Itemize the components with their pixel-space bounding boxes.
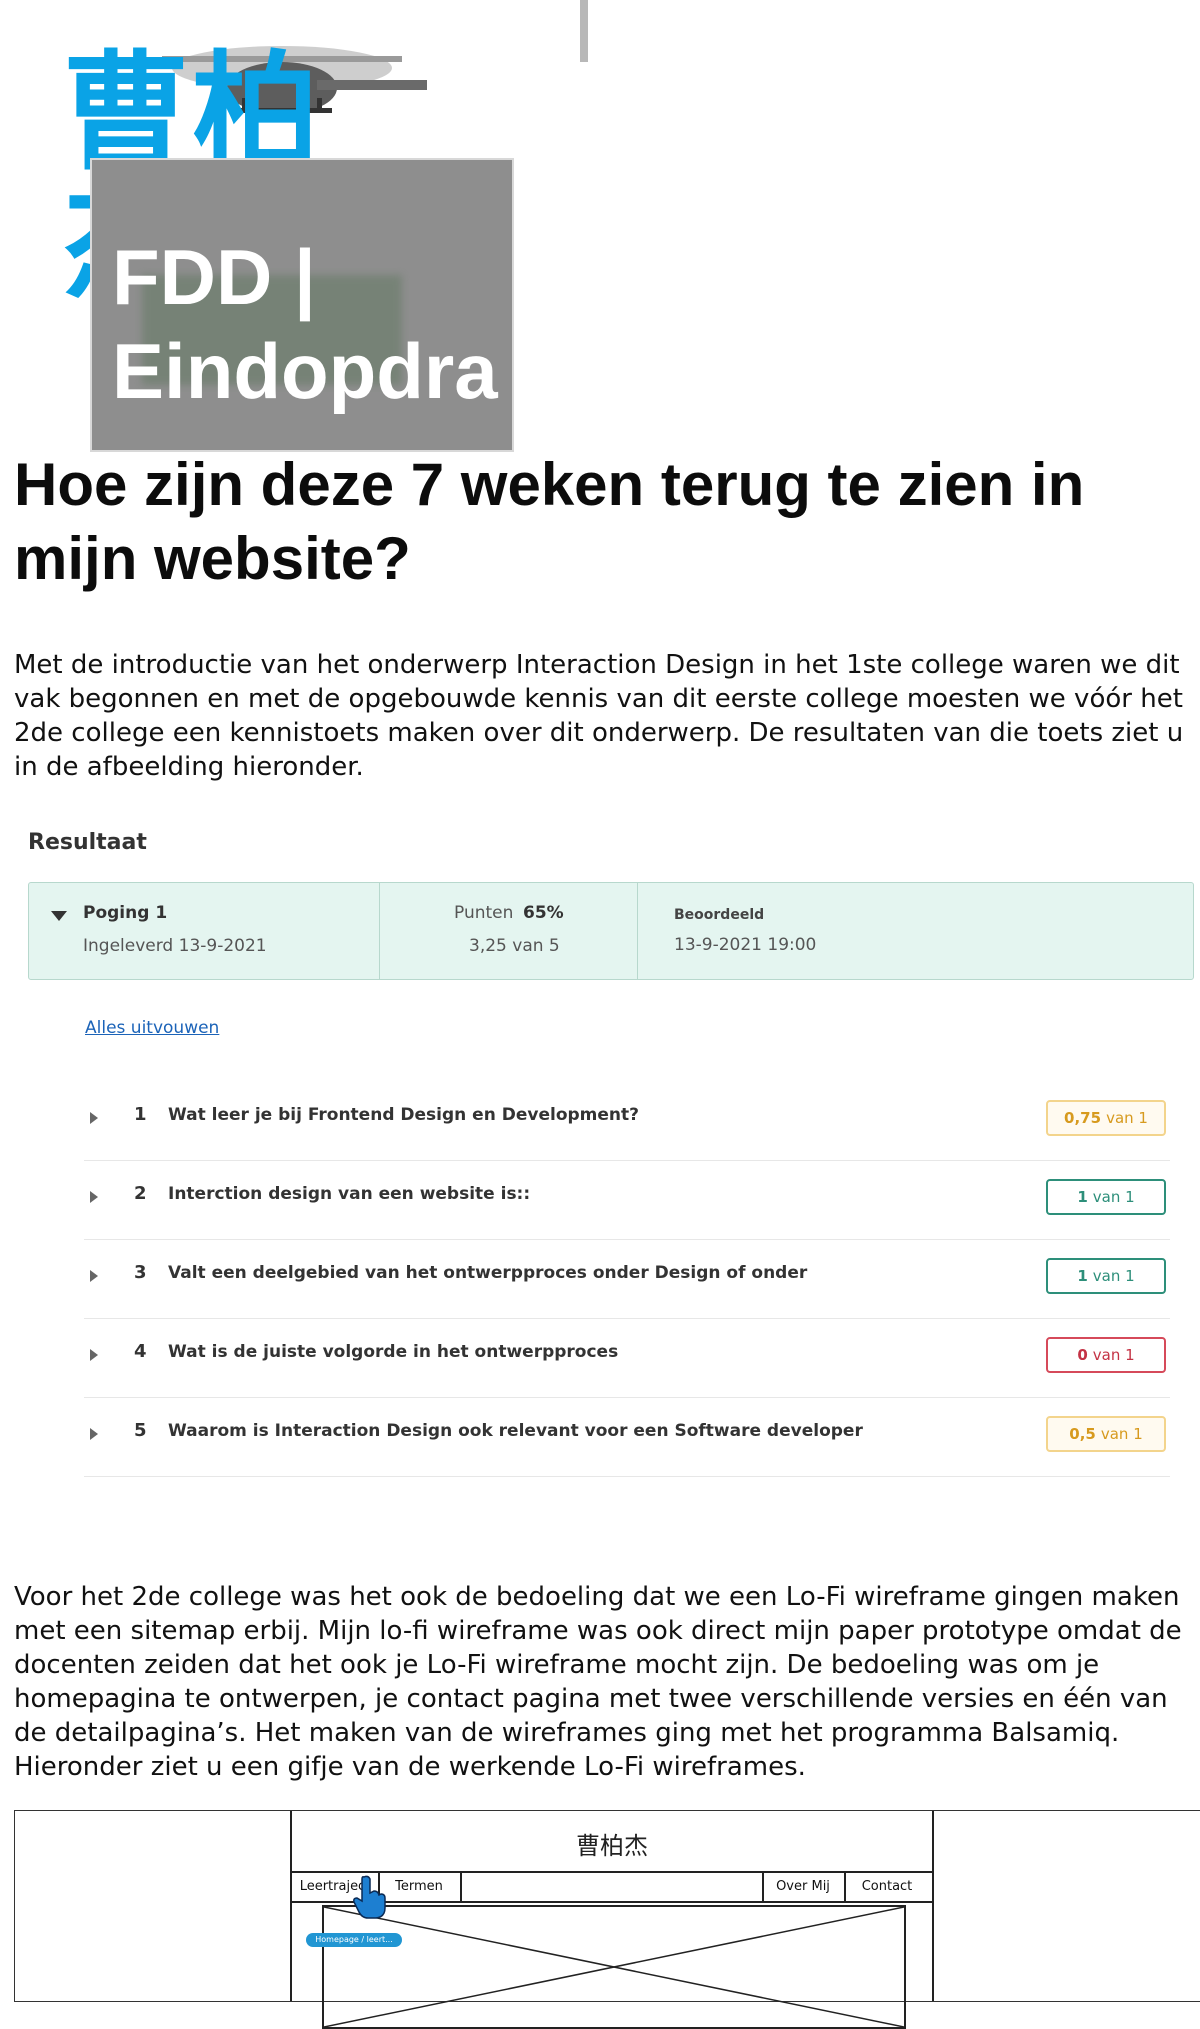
badge-points: 0,5 — [1069, 1425, 1096, 1443]
badge-points: 0,75 — [1064, 1109, 1102, 1127]
expand-triangle-icon — [90, 1349, 98, 1361]
question-score-badge: 0 van 1 — [1046, 1337, 1166, 1373]
question-text: Waarom is Interaction Design ook relevan… — [168, 1421, 863, 1441]
quiz-result-image: Resultaat Poging 1 Ingeleverd 13-9-2021 … — [0, 820, 1200, 1500]
points-label: Punten — [454, 903, 514, 923]
score-total: 3,25 van 5 — [469, 936, 560, 956]
question-text: Wat is de juiste volgorde in het ontwerp… — [168, 1342, 619, 1362]
expand-triangle-icon — [90, 1191, 98, 1203]
wireframe-logo: 曹柏杰 — [576, 1832, 648, 1860]
badge-points: 1 — [1077, 1267, 1088, 1285]
points-percent: 65% — [523, 903, 564, 923]
scroll-indicator — [580, 0, 588, 62]
question-row: 3 Valt een deelgebied van het ontwerpproc… — [84, 1240, 1170, 1319]
badge-of: van 1 — [1092, 1188, 1135, 1206]
site-logo[interactable]: 曹柏杰 — [52, 28, 432, 306]
result-title: Resultaat — [28, 830, 147, 855]
attempt-label: Poging 1 — [83, 903, 168, 923]
badge-points: 1 — [1077, 1188, 1088, 1206]
question-row: 1 Wat leer je bij Frontend Design en Deve… — [84, 1082, 1170, 1161]
wireframe-nav-item: Over Mij — [762, 1873, 846, 1901]
question-score-badge: 0,5 van 1 — [1046, 1416, 1166, 1452]
article-heading: Hoe zijn deze 7 weken terug te zien in m… — [14, 451, 1085, 592]
question-number: 3 — [134, 1262, 147, 1283]
collapse-triangle-icon — [51, 911, 67, 921]
article-paragraph-1: Met de introductie van het onderwerp Int… — [14, 650, 1184, 782]
wireframe-nav-spacer — [460, 1873, 764, 1901]
expand-triangle-icon — [90, 1270, 98, 1282]
badge-of: van 1 — [1092, 1267, 1135, 1285]
wireframe-nav-item: Termen — [378, 1873, 462, 1901]
expand-triangle-icon — [90, 1428, 98, 1440]
question-score-badge: 0,75 van 1 — [1046, 1100, 1166, 1136]
hero-card[interactable]: FDD | Eindopdra — [90, 158, 514, 452]
badge-of: van 1 — [1106, 1109, 1148, 1127]
divider — [379, 883, 380, 979]
wireframe-breadcrumb-chip: Homepage / leert... — [306, 1933, 402, 1947]
wireframe-nav: Leertraject Termen Over Mij Contact — [292, 1871, 932, 1903]
result-summary-panel: Poging 1 Ingeleverd 13-9-2021 Punten 65%… — [28, 882, 1194, 980]
hero-card-title: FDD | Eindopdra — [112, 233, 498, 415]
article-paragraph-2: Voor het 2de college was het ook de bedo… — [14, 1582, 1182, 1782]
question-text: Valt een deelgebied van het ontwerpproce… — [168, 1263, 808, 1283]
graded-date: 13-9-2021 19:00 — [674, 935, 817, 955]
question-number: 5 — [134, 1420, 147, 1441]
wireframe-frame: 曹柏杰 Leertraject Termen Over Mij Contact … — [290, 1811, 934, 2029]
badge-of: van 1 — [1092, 1346, 1135, 1364]
divider — [637, 883, 638, 979]
question-score-badge: 1 van 1 — [1046, 1258, 1166, 1294]
wireframe-nav-item: Contact — [861, 1879, 913, 1894]
question-number: 2 — [134, 1183, 147, 1204]
hand-cursor-icon — [353, 1875, 386, 1919]
badge-of: van 1 — [1100, 1425, 1143, 1443]
question-text: Wat leer je bij Frontend Design en Devel… — [168, 1105, 639, 1125]
question-number: 4 — [134, 1341, 147, 1362]
submitted-date: Ingeleverd 13-9-2021 — [83, 936, 267, 956]
question-row: 4 Wat is de juiste volgorde in het ontwer… — [84, 1319, 1170, 1398]
expand-all-link: Alles uitvouwen — [85, 1018, 220, 1038]
question-text: Interction design van een website is:: — [168, 1184, 531, 1204]
badge-points: 0 — [1077, 1346, 1088, 1364]
wireframe-image-placeholder — [322, 1905, 906, 2029]
graded-label: Beoordeeld — [674, 907, 765, 923]
question-row: 2 Interction design van een website is:: 1… — [84, 1161, 1170, 1240]
question-row: 5 Waarom is Interaction Design ook releva… — [84, 1398, 1170, 1477]
question-number: 1 — [134, 1104, 147, 1125]
wireframe-gif: 曹柏杰 Leertraject Termen Over Mij Contact … — [14, 1810, 1200, 2029]
question-score-badge: 1 van 1 — [1046, 1179, 1166, 1215]
expand-triangle-icon — [90, 1112, 98, 1124]
